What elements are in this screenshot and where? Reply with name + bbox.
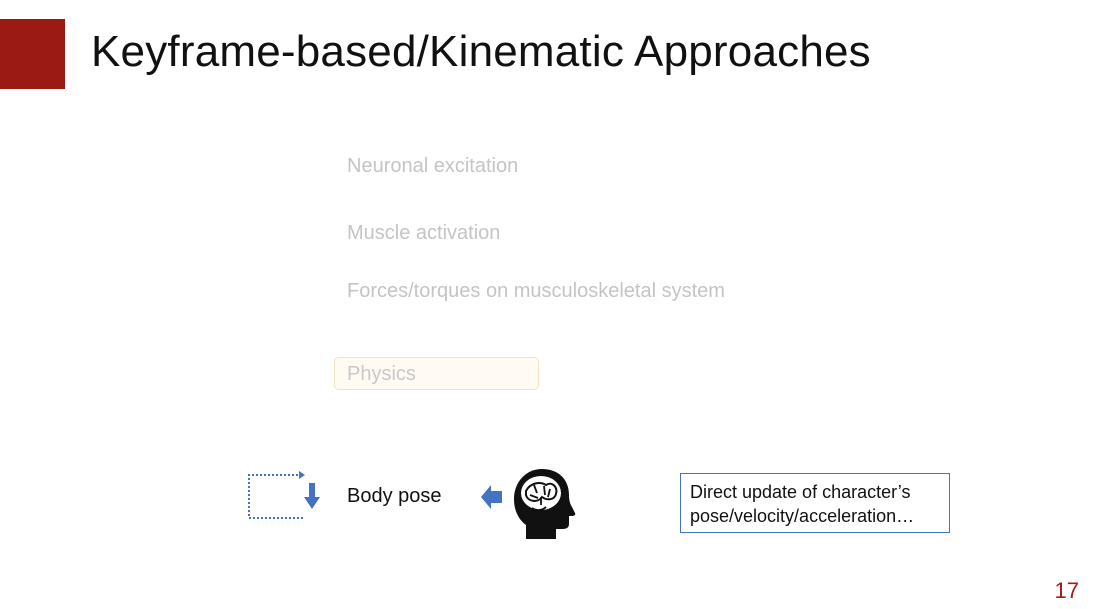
- note-line-1: Direct update of character’s: [690, 482, 911, 502]
- forces-torques-label: Forces/torques on musculoskeletal system: [347, 280, 725, 302]
- title-accent-block: [0, 19, 65, 89]
- physics-label: Physics: [347, 363, 416, 385]
- physics-box: Physics: [334, 357, 539, 390]
- page-number: 17: [1054, 578, 1079, 603]
- note-line-2: pose/velocity/acceleration…: [690, 506, 915, 526]
- muscle-activation-label: Muscle activation: [347, 222, 501, 244]
- neuronal-excitation-label: Neuronal excitation: [347, 155, 519, 177]
- kinematic-note-box: Direct update of character’s pose/veloci…: [680, 473, 950, 533]
- slide-title: Keyframe-based/Kinematic Approaches: [91, 27, 871, 76]
- loop-arrow-icon: [248, 471, 320, 519]
- left-arrow-icon: [481, 485, 502, 509]
- body-pose-label: Body pose: [347, 485, 442, 507]
- brain-head-icon: [514, 469, 576, 539]
